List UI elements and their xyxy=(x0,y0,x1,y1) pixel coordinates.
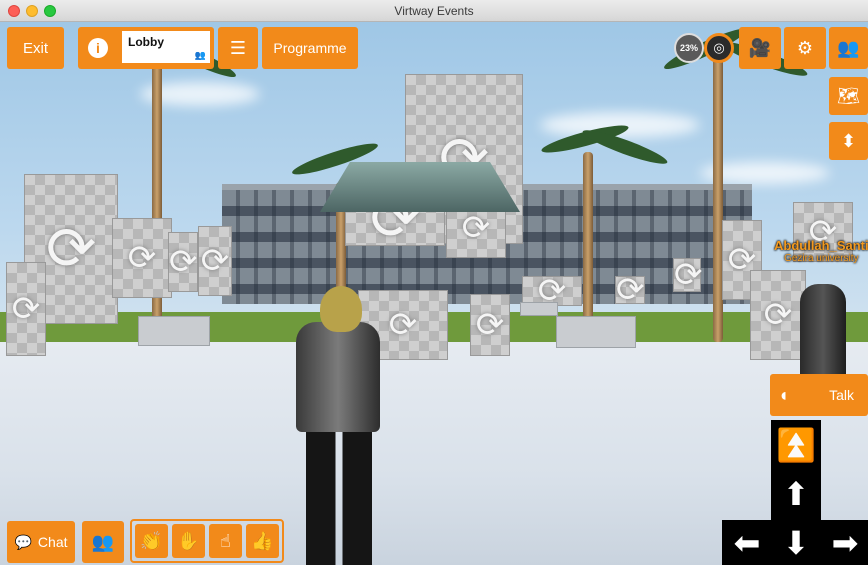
zoom-window-button[interactable] xyxy=(44,5,56,17)
down-arrow-icon: ⬇ xyxy=(782,525,810,561)
walk-forward-button[interactable]: ⬆ xyxy=(776,474,816,514)
settings-button[interactable]: ⚙ xyxy=(784,27,826,69)
thumbs-up-gesture-button[interactable]: 👍 xyxy=(246,524,279,558)
chat-button[interactable]: 💬 Chat xyxy=(7,521,75,563)
raised-hand-icon: ☝ xyxy=(220,531,231,551)
thumbs-up-icon: 👍 xyxy=(251,531,274,551)
video-camera-icon: 🎥 xyxy=(748,38,772,58)
users-icon: 👥 xyxy=(91,532,115,552)
open-hand-icon: ✋ xyxy=(177,531,200,551)
window-titlebar: Virtway Events xyxy=(0,0,868,22)
bench xyxy=(520,302,558,316)
bench xyxy=(556,316,636,348)
avatar-affiliation: Gezira university xyxy=(784,253,859,264)
list-icon: ☰ xyxy=(229,38,247,58)
virtual-world-viewport[interactable]: Abdullah_Santi Gezira university xyxy=(0,22,868,565)
programme-button[interactable]: Programme xyxy=(262,27,358,69)
location-value: Lobby xyxy=(128,35,164,49)
window-controls xyxy=(8,5,56,17)
loading-panel xyxy=(673,258,701,292)
turn-left-button[interactable]: ⬅ xyxy=(727,523,767,563)
walk-back-button[interactable]: ⬇ xyxy=(776,523,816,563)
window-title: Virtway Events xyxy=(394,3,474,18)
friends-button[interactable]: 👥 xyxy=(82,521,124,563)
loading-panel xyxy=(198,226,232,296)
double-up-arrow-icon: ⏫ xyxy=(776,427,816,463)
raise-hand-gesture-button[interactable]: ☝ xyxy=(209,524,242,558)
close-window-button[interactable] xyxy=(8,5,20,17)
loading-panel xyxy=(6,262,46,356)
right-arrow-icon: ➡ xyxy=(831,525,859,561)
avatar-name: Abdullah_Santi xyxy=(774,238,868,253)
chat-label: Chat xyxy=(37,534,68,550)
agenda-button[interactable]: ☰ xyxy=(218,27,258,69)
left-arrow-icon: ⬅ xyxy=(733,525,761,561)
people-icon: 👥 xyxy=(194,50,206,60)
exit-label: Exit xyxy=(22,39,48,57)
player-avatar-legs xyxy=(306,422,372,565)
camera-button[interactable]: 🎥 xyxy=(739,27,781,69)
exit-button[interactable]: Exit xyxy=(7,27,64,69)
applaud-gesture-button[interactable]: 👏 xyxy=(135,524,168,558)
map-icon: 🗺 xyxy=(837,86,860,106)
users-search-icon: 👥 xyxy=(837,38,860,58)
network-status-icon[interactable]: ◎ xyxy=(704,33,734,63)
loading-panel xyxy=(168,232,198,292)
info-icon[interactable]: i xyxy=(88,38,108,58)
palm-tree-trunk xyxy=(583,152,593,322)
player-avatar-head xyxy=(320,286,362,332)
up-arrow-icon: ⬆ xyxy=(782,476,810,512)
talk-button[interactable]: ◖ Talk xyxy=(770,374,868,416)
run-forward-button[interactable]: ⏫ xyxy=(776,425,816,465)
gesture-toolbar: 👏 ✋ ☝ 👍 xyxy=(130,519,284,563)
load-progress-indicator: 23% xyxy=(674,33,704,63)
talk-label: Talk xyxy=(829,387,854,403)
gear-icon: ⚙ xyxy=(796,38,814,58)
bench xyxy=(138,316,210,346)
programme-label: Programme xyxy=(273,40,347,56)
loading-panel xyxy=(470,294,510,356)
loading-panel xyxy=(750,270,806,360)
turn-right-button[interactable]: ➡ xyxy=(825,523,865,563)
minimize-window-button[interactable] xyxy=(26,5,38,17)
teleport-button[interactable]: ⬍ xyxy=(829,122,868,160)
loading-panel xyxy=(615,276,645,304)
location-field[interactable]: Lobby 👥 xyxy=(120,29,212,65)
map-button[interactable]: 🗺 xyxy=(829,77,868,115)
wave-gesture-button[interactable]: ✋ xyxy=(172,524,205,558)
teleport-icon: ⬍ xyxy=(840,131,857,151)
users-button[interactable]: 👥 xyxy=(829,27,868,69)
avatar-nameplate: Abdullah_Santi Gezira university xyxy=(774,238,868,264)
gazebo-roof xyxy=(320,162,520,212)
speech-bubble-icon: 💬 xyxy=(14,534,32,550)
globe-icon: ◎ xyxy=(713,40,725,55)
clapping-hands-icon: 👏 xyxy=(140,531,163,551)
loading-panel xyxy=(112,218,172,298)
player-avatar xyxy=(296,322,380,432)
load-percent: 23% xyxy=(679,43,698,53)
headset-icon: ◖ xyxy=(778,385,789,405)
